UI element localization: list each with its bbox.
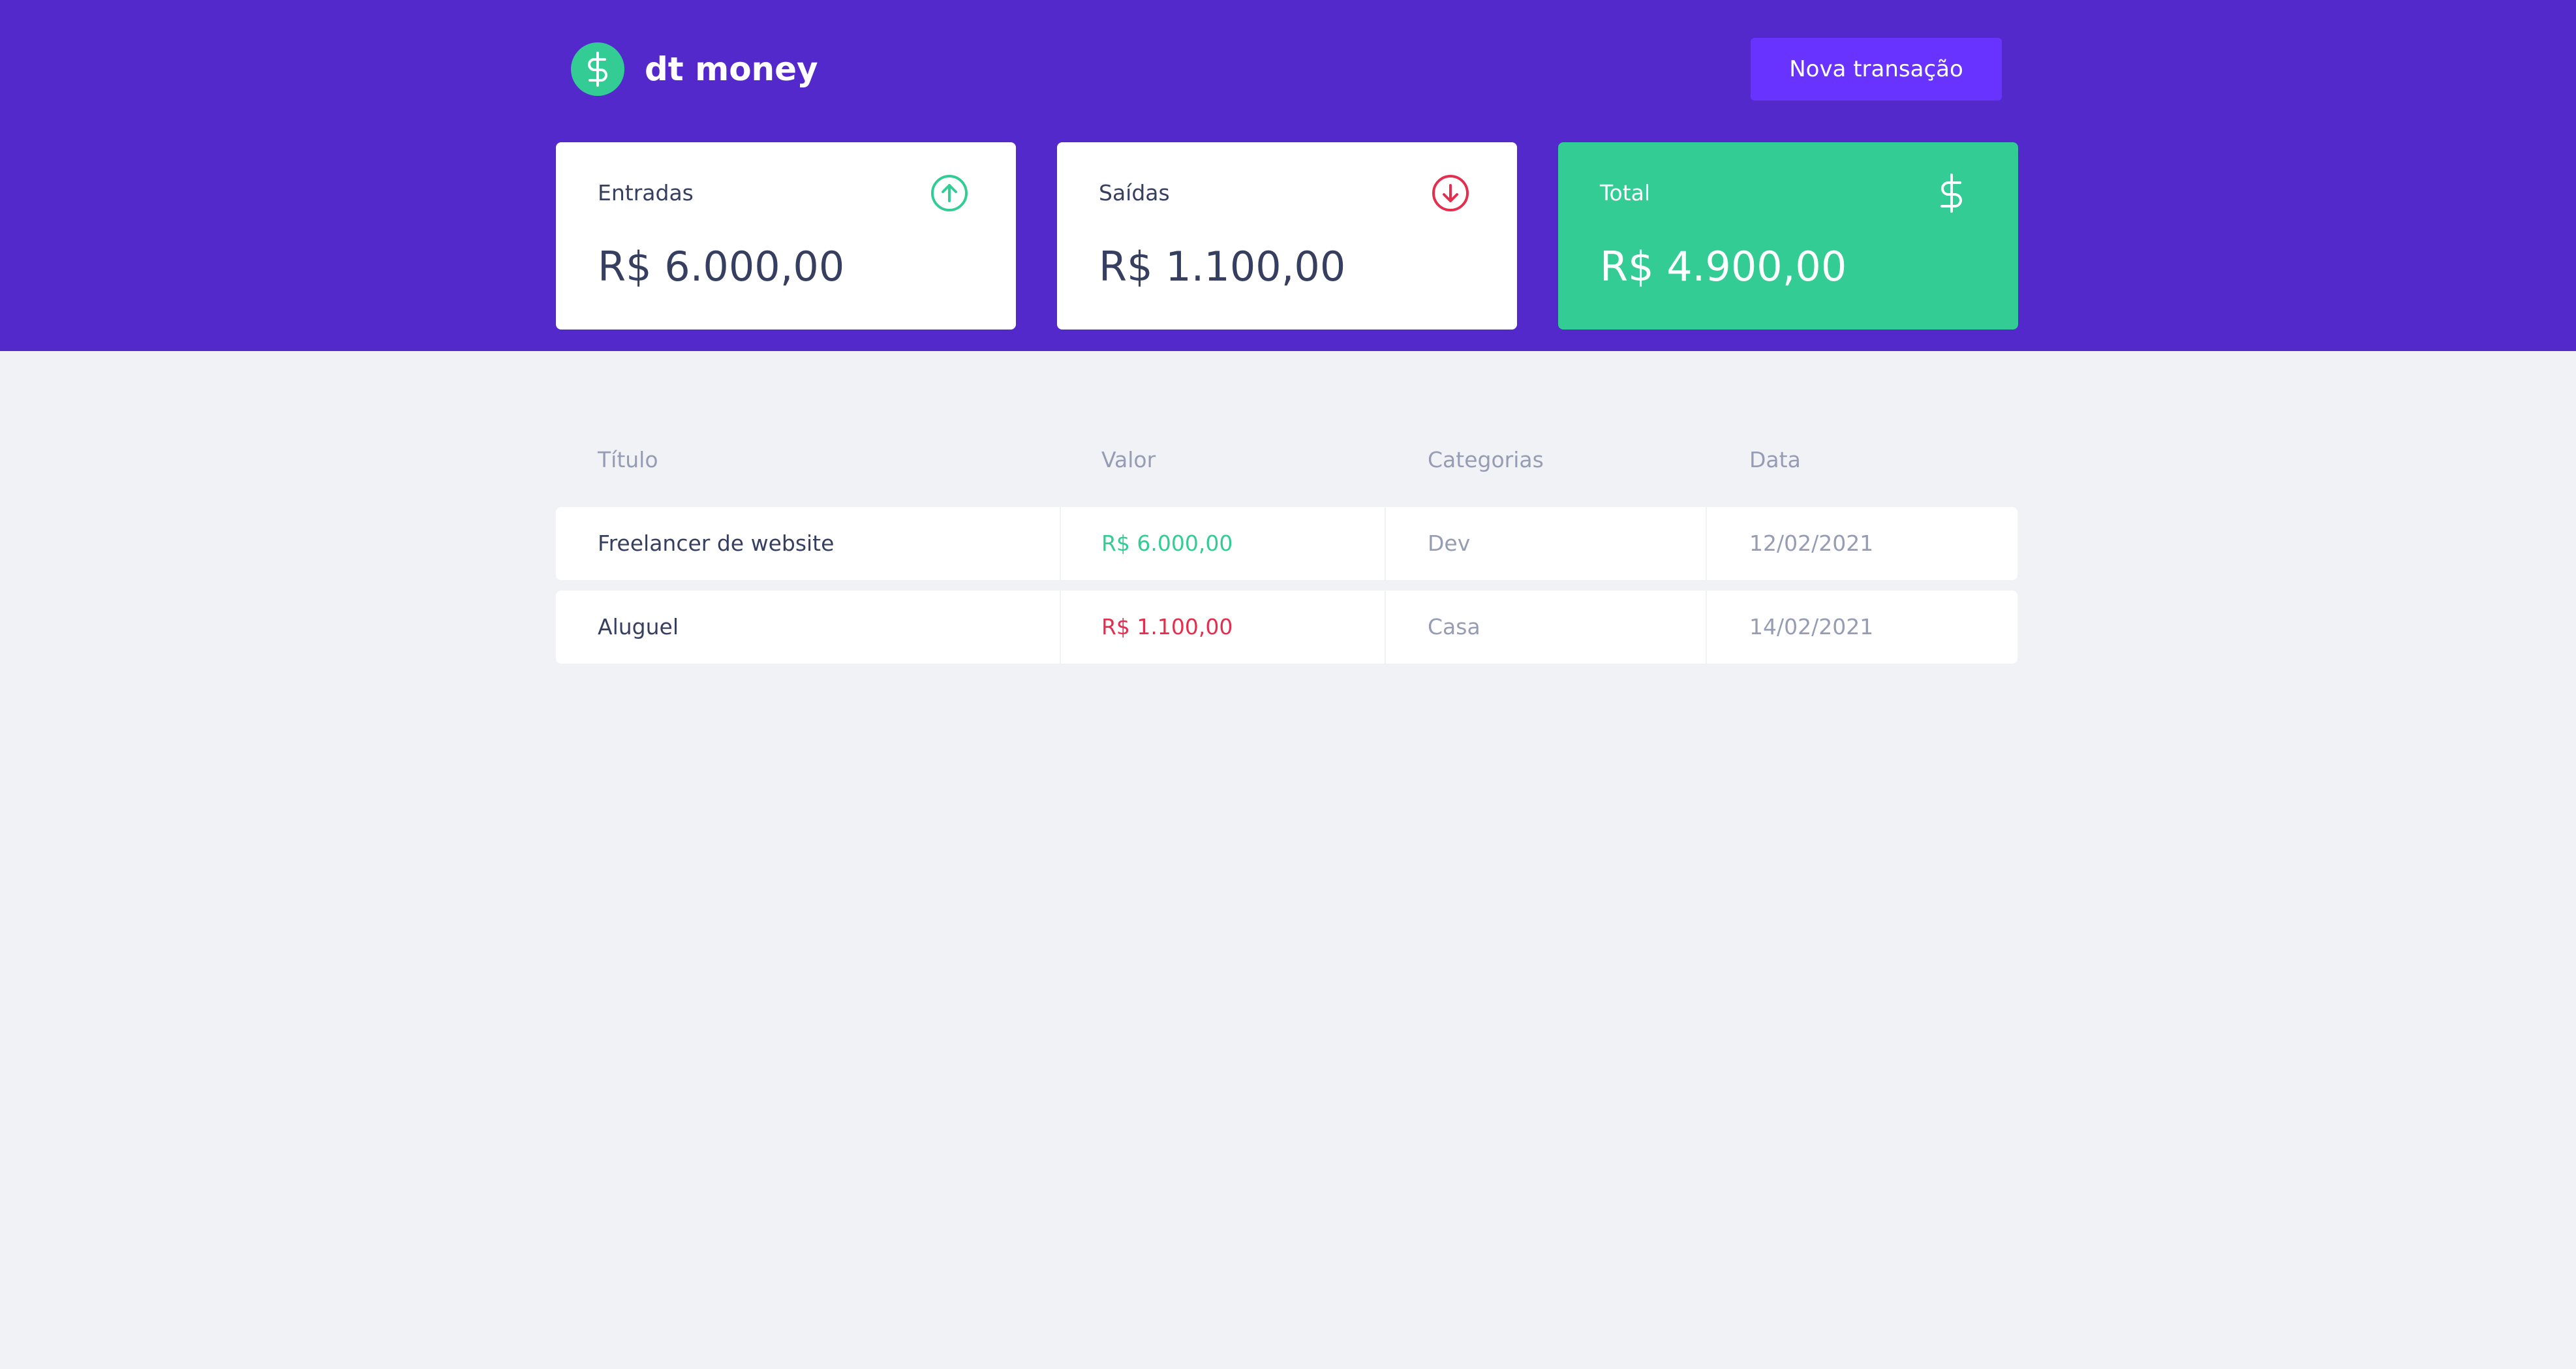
column-header-title: Título (598, 447, 658, 472)
transaction-amount: R$ 1.100,00 (1101, 614, 1233, 639)
outcome-summary-card: Saídas R$ 1.100,00 (1057, 142, 1517, 330)
dollar-sign-icon (1932, 174, 1971, 213)
new-transaction-button[interactable]: Nova transação (1751, 38, 2002, 100)
total-label: Total (1600, 180, 1651, 206)
column-header-amount: Valor (1101, 447, 1156, 472)
transaction-category: Casa (1428, 614, 1480, 639)
transaction-title: Freelancer de website (598, 531, 835, 556)
total-value: R$ 4.900,00 (1600, 243, 1847, 290)
app-logo-text: dt money (645, 50, 818, 88)
income-summary-card: Entradas R$ 6.000,00 (556, 142, 1016, 330)
column-header-category: Categorias (1428, 447, 1544, 472)
table-row: Aluguel R$ 1.100,00 Casa 14/02/2021 (556, 591, 2017, 664)
transaction-amount: R$ 6.000,00 (1101, 531, 1233, 556)
outcome-value: R$ 1.100,00 (1099, 243, 1346, 290)
transaction-title: Aluguel (598, 614, 679, 639)
income-value: R$ 6.000,00 (598, 243, 845, 290)
income-label: Entradas (598, 180, 694, 206)
outcome-label: Saídas (1099, 180, 1170, 206)
transaction-date: 14/02/2021 (1749, 614, 1874, 639)
arrow-down-circle-icon (1431, 174, 1470, 213)
dollar-sign-icon (571, 42, 624, 96)
total-summary-card: Total R$ 4.900,00 (1558, 142, 2018, 330)
arrow-up-circle-icon (930, 174, 969, 213)
column-header-date: Data (1749, 447, 1801, 472)
transaction-date: 12/02/2021 (1749, 531, 1874, 556)
transaction-category: Dev (1428, 531, 1471, 556)
table-row: Freelancer de website R$ 6.000,00 Dev 12… (556, 507, 2017, 580)
